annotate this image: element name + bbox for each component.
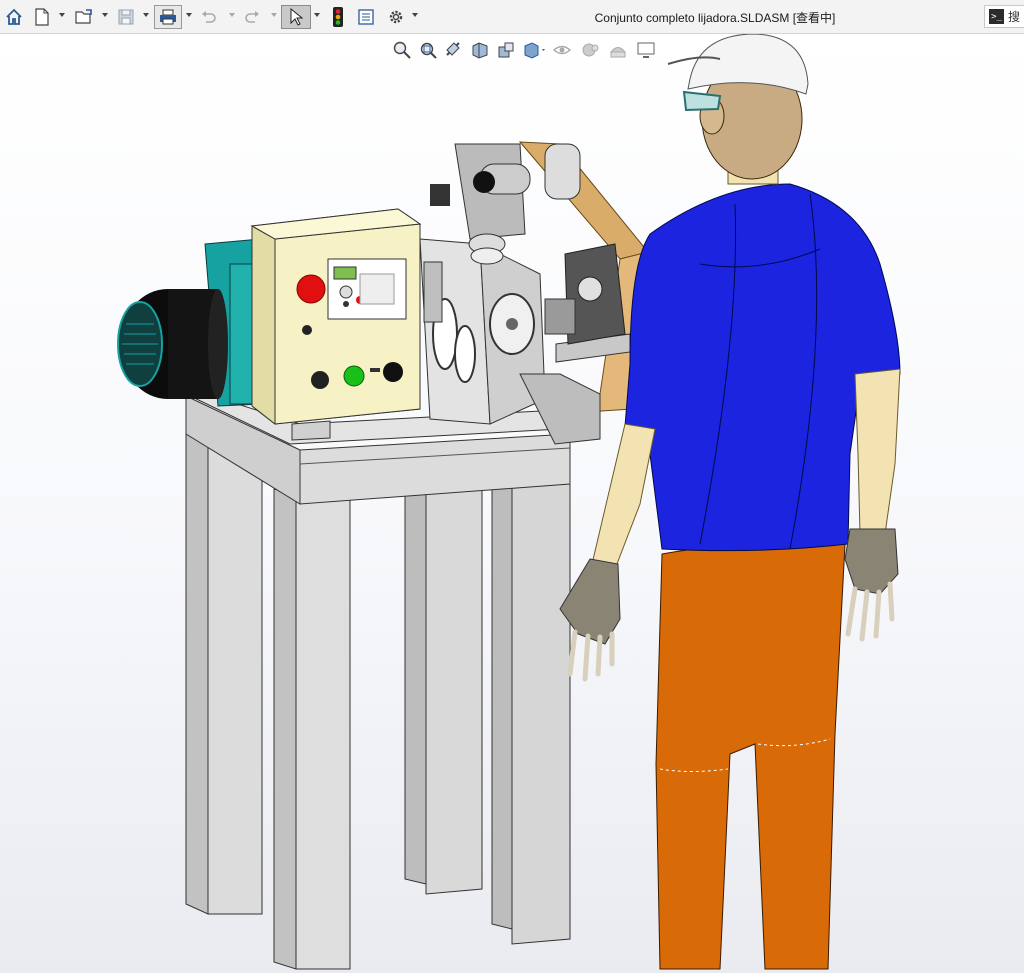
control-box[interactable] <box>250 208 422 441</box>
save-dropdown-arrow-icon[interactable] <box>143 13 149 17</box>
open-dropdown-arrow-icon[interactable] <box>102 13 108 17</box>
command-prompt-icon: >_ <box>989 9 1004 24</box>
graphics-area[interactable] <box>0 34 1024 973</box>
main-toolbar: Conjunto completo lijadora.SLDASM [查看中] … <box>0 0 1024 34</box>
belt-sander-frame[interactable] <box>419 141 649 445</box>
redo-dropdown-arrow-icon[interactable] <box>271 13 277 17</box>
print-icon[interactable] <box>154 5 182 29</box>
file-properties-icon[interactable] <box>354 5 378 29</box>
select-pointer-icon[interactable] <box>281 5 311 29</box>
home-icon[interactable] <box>3 5 25 29</box>
options-gear-icon[interactable] <box>385 5 407 29</box>
3d-model-scene[interactable] <box>0 34 1024 973</box>
undo-icon[interactable] <box>198 5 220 29</box>
print-dropdown-arrow-icon[interactable] <box>186 13 192 17</box>
open-file-icon[interactable] <box>72 5 96 29</box>
redo-icon[interactable] <box>241 5 263 29</box>
options-dropdown-arrow-icon[interactable] <box>412 13 418 17</box>
operator-mannequin[interactable] <box>559 34 901 970</box>
search-placeholder: 搜 <box>1008 10 1021 24</box>
undo-dropdown-arrow-icon[interactable] <box>229 13 235 17</box>
table-stand[interactable] <box>184 391 571 970</box>
window-title: Conjunto completo lijadora.SLDASM [查看中] <box>594 11 836 25</box>
electric-motor[interactable] <box>117 238 276 407</box>
traffic-light-icon[interactable] <box>328 5 348 29</box>
new-document-icon[interactable] <box>31 5 53 29</box>
new-dropdown-arrow-icon[interactable] <box>59 13 65 17</box>
select-dropdown-arrow-icon[interactable] <box>314 13 320 17</box>
search-commands-input[interactable]: >_ 搜 <box>984 5 1024 28</box>
save-icon[interactable] <box>115 5 137 29</box>
